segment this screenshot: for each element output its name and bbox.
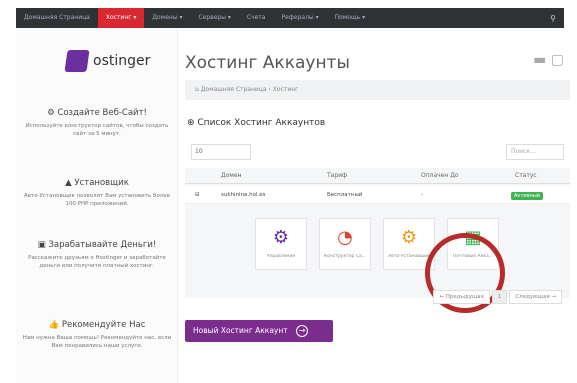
column-header-status[interactable]: Статус (515, 172, 537, 179)
sidebar-block-recommend: 👍 Рекомендуйте Нас Нам нужна Ваша помощь… (22, 320, 172, 350)
tile-label: Управление (266, 254, 296, 259)
nav-item-servers[interactable]: Серверы ▾ (190, 8, 238, 28)
sidebar-block-title: Рекомендуйте Нас (61, 320, 146, 330)
cell-plan: Бесплатный (327, 192, 363, 198)
nav-item-bills[interactable]: Счета (239, 8, 274, 28)
sidebar-block-title: Зарабатывайте Деньги! (48, 240, 157, 250)
cta-label: Новый Хостинг Аккаунт (193, 326, 288, 335)
prev-page-button[interactable]: ← Предыдущая (433, 290, 490, 304)
status-badge: Активный (511, 192, 544, 200)
column-header-domain[interactable]: Домен (221, 172, 242, 179)
gears-icon: ⚙ (47, 108, 58, 118)
gear-icon: ⚙ (272, 227, 290, 248)
installer-icon: ⚙ (400, 227, 418, 248)
new-hosting-account-button[interactable]: Новый Хостинг Аккаунт → (185, 320, 333, 342)
nav-item-help[interactable]: Помощь ▾ (327, 8, 374, 28)
logo[interactable]: ostinger (64, 50, 151, 72)
nav-item-hosting[interactable]: Хостинг ▾ (97, 8, 145, 28)
section-title: ⊕ Список Хостинг Аккаунтов (187, 118, 326, 128)
search-input[interactable]: Поиск... (506, 144, 564, 160)
page-title: Хостинг Аккаунты (185, 53, 350, 73)
tile-label: Конструктор Са... (323, 254, 367, 259)
column-header-paid-until[interactable]: Оплачен До (421, 172, 459, 179)
cell-domain[interactable]: sukhinina.hol.es (221, 192, 266, 198)
arrow-right-icon: → (296, 325, 309, 337)
sidebar-block-text: Расскажите друзьям о Hostinger и заработ… (28, 255, 166, 269)
sidebar-block-text: Нам нужна Ваша помощь! Рекомендуйте нас,… (22, 335, 172, 349)
column-header-plan[interactable]: Тариф (327, 172, 347, 179)
sidebar-block-title: Создайте Веб-Сайт! (57, 108, 147, 118)
logo-text: ostinger (93, 53, 151, 69)
builder-icon: ◔ (337, 227, 353, 248)
sidebar-block-earn: ▣ Зарабатывайте Деньги! Расскажите друзь… (22, 240, 172, 270)
pagination: ← Предыдущая 1 Следующая → (433, 290, 562, 304)
sidebar-block-title: Установщик (74, 178, 129, 188)
sidebar-block-create-site: ⚙ Создайте Веб-Сайт! Используйте констру… (22, 108, 172, 138)
nav-item-domains[interactable]: Домены ▾ (144, 8, 190, 28)
next-page-button[interactable]: Следующая → (509, 290, 562, 304)
user-menu-icon[interactable]: ▬ ▢ (533, 52, 564, 68)
tile-manage[interactable]: ⚙ Управление (255, 218, 307, 270)
table-header: Домен Тариф Оплачен До Статус (185, 168, 570, 184)
page-length-select[interactable]: 10 (191, 144, 251, 160)
breadcrumb[interactable]: ⌂ Домашняя Страница › Хостинг (185, 80, 570, 100)
nav-item-referrals[interactable]: Рефералы ▾ (273, 8, 326, 28)
page: Домашняя Страница Хостинг ▾ Домены ▾ Сер… (0, 0, 577, 383)
sidebar: ostinger ⚙ Создайте Веб-Сайт! Используйт… (16, 28, 178, 383)
table-row[interactable]: ⊟ sukhinina.hol.es Бесплатный - Активный (185, 186, 570, 204)
search-icon[interactable]: ⚲ (550, 14, 556, 23)
nav-item-home[interactable]: Домашняя Страница (16, 8, 98, 28)
top-navigation: Домашняя Страница Хостинг ▾ Домены ▾ Сер… (16, 8, 564, 28)
logo-icon (64, 50, 90, 72)
current-page-button[interactable]: 1 (491, 290, 508, 304)
sidebar-block-text: Авто-Установщик позволит Вам установить … (24, 193, 170, 207)
cell-paid-until: - (421, 192, 423, 198)
main-content: Хостинг Аккаунты ▬ ▢ ⌂ Домашняя Страница… (185, 28, 570, 383)
thumbs-up-icon: 👍 (48, 320, 62, 330)
sidebar-block-text: Используйте конструктор сайтов, чтобы со… (25, 123, 169, 137)
server-icon: ⊟ (195, 192, 200, 198)
tile-site-builder[interactable]: ◔ Конструктор Са... (319, 218, 371, 270)
installer-icon: ▲ (65, 178, 75, 188)
sidebar-block-installer: ▲ Установщик Авто-Установщик позволит Ва… (22, 178, 172, 208)
money-icon: ▣ (37, 240, 49, 250)
